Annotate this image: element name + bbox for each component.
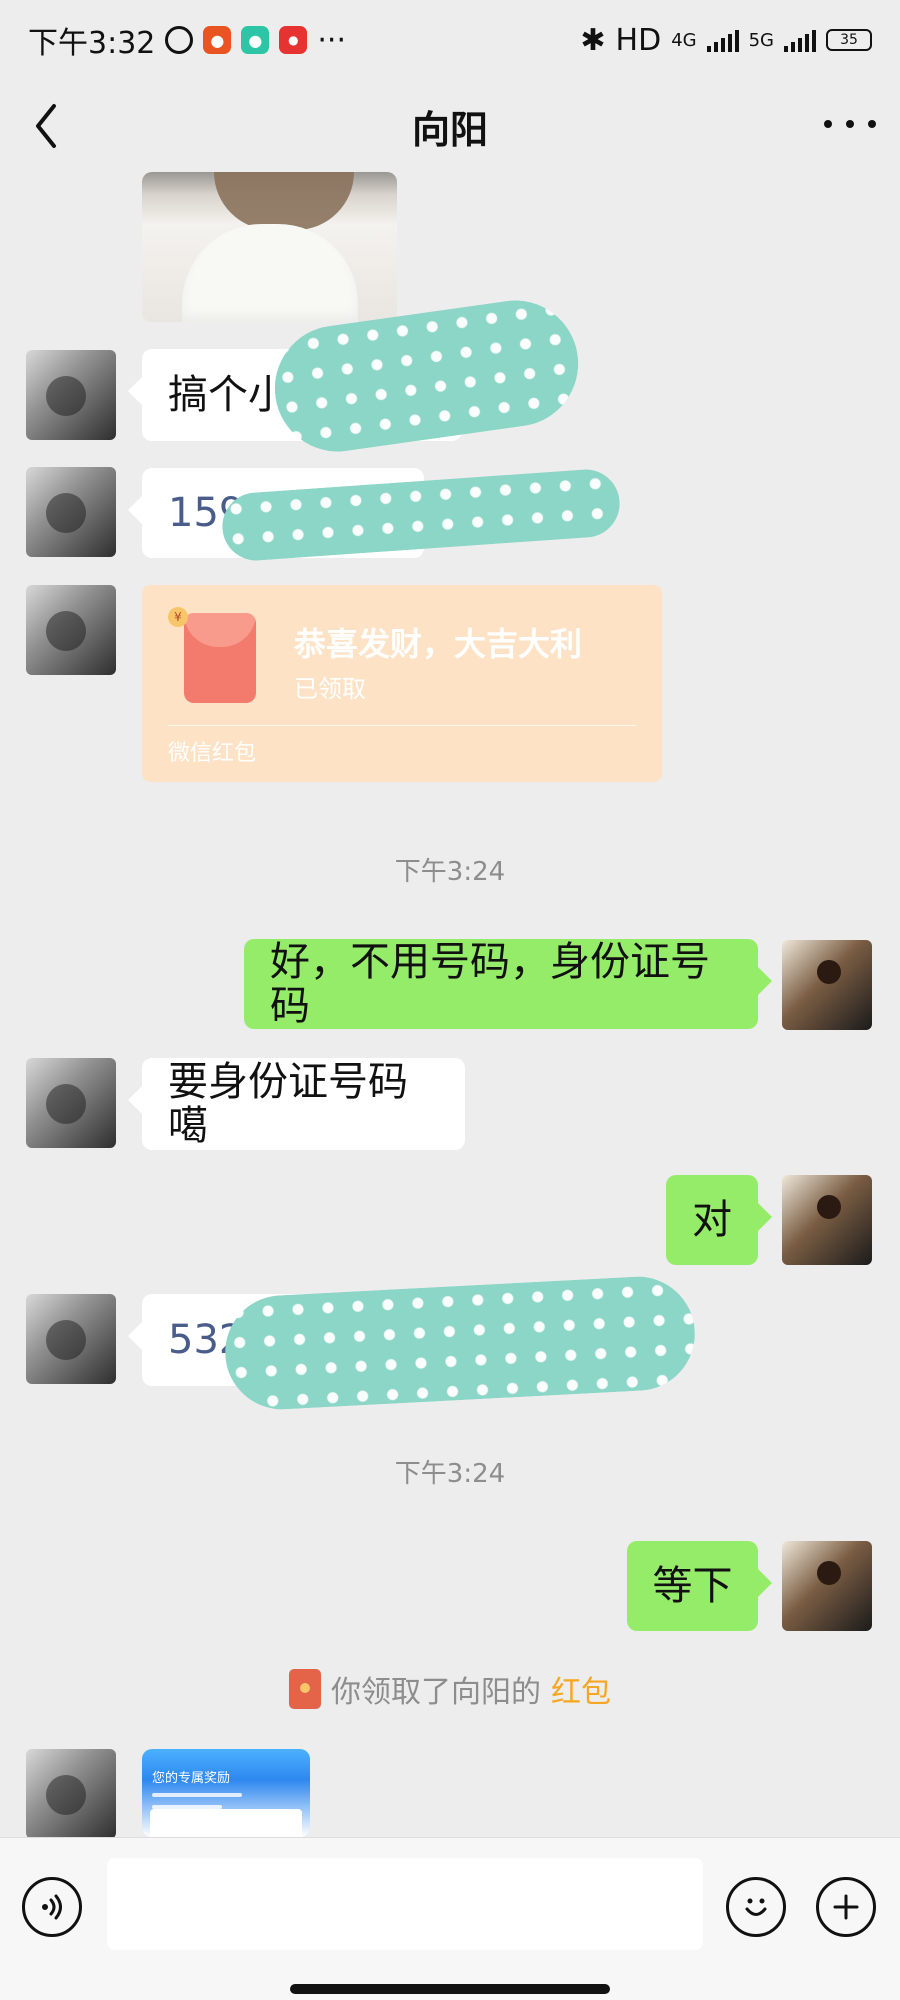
signal-5g-icon [784, 28, 816, 52]
message-text: 532 [168, 1317, 245, 1363]
my-avatar[interactable] [782, 940, 872, 1030]
message-text: 159 [168, 490, 245, 536]
composer-bar [0, 1837, 900, 2000]
my-avatar[interactable] [782, 1541, 872, 1631]
voice-input-button[interactable] [22, 1877, 82, 1937]
red-packet-message[interactable]: ¥ 恭喜发财，大吉大利 已领取 微信红包 [142, 585, 662, 782]
more-dot [824, 120, 832, 128]
status-bar: 下午3:32 ● ● ● ··· ✱ HD 4G 5G 35 [0, 0, 900, 80]
message-text: 搞个小 [168, 372, 288, 418]
red-packet-link[interactable]: 红包 [551, 1667, 611, 1711]
signal-4g-icon [706, 28, 739, 52]
emoji-icon [745, 1898, 767, 1916]
contact-avatar[interactable] [26, 1749, 116, 1837]
shopping-app-icon: ● [279, 26, 308, 54]
emoji-button[interactable] [726, 1877, 786, 1937]
status-time: 下午3:32 [28, 26, 156, 61]
home-indicator[interactable] [290, 1984, 610, 1994]
message-list[interactable]: 搞个小 159 ¥ 恭喜发财，大吉大利 已领取 微信红包 下午3:24 好，不用… [0, 172, 900, 1837]
message-text: 要身份证号码噶 [168, 1059, 408, 1149]
status-bar-right: ✱ HD 4G 5G 35 [580, 23, 872, 58]
red-packet-icon [184, 613, 256, 703]
chat-title: 向阳 [411, 107, 488, 152]
status-bar-left: 下午3:32 ● ● ● ··· [28, 18, 346, 62]
message-input[interactable] [107, 1858, 703, 1950]
voice-icon [42, 1894, 62, 1920]
battery-level: 35 [840, 32, 858, 48]
back-icon[interactable] [28, 100, 68, 152]
image-card [150, 1809, 302, 1837]
contact-avatar[interactable] [26, 350, 116, 440]
system-message: 你领取了向阳的 红包 [0, 1667, 900, 1711]
more-options-icon[interactable] [824, 104, 876, 144]
music-app-icon: ● [203, 26, 232, 54]
message-bubble-incoming[interactable]: 要身份证号码噶 [128, 1058, 465, 1150]
message-bubble-incoming[interactable]: 159 [128, 468, 424, 558]
message-text: 好，不用号码，身份证号码 [270, 939, 710, 1029]
more-notifications-indicator: ··· [317, 22, 346, 58]
plus-icon [833, 1894, 859, 1920]
bluetooth-icon: ✱ [580, 22, 606, 58]
message-bubble-incoming[interactable]: 搞个小 [128, 349, 462, 441]
alarm-icon [165, 26, 194, 54]
more-dot [846, 120, 854, 128]
red-packet-icon [289, 1669, 321, 1709]
system-message-text: 你领取了向阳的 [331, 1675, 541, 1710]
message-bubble-outgoing[interactable]: 好，不用号码，身份证号码 [244, 939, 772, 1029]
network-4g-label: 4G [671, 29, 697, 51]
app-notification-icon: ● [241, 26, 270, 54]
image-decoration-line [152, 1793, 242, 1797]
plus-button[interactable] [816, 1877, 876, 1937]
contact-avatar[interactable] [26, 1294, 116, 1384]
yen-coin-icon: ¥ [168, 607, 188, 627]
red-packet-divider [168, 725, 636, 726]
hd-label: HD [615, 22, 662, 58]
network-5g-label: 5G [748, 29, 774, 51]
message-bubble-outgoing[interactable]: 对 [666, 1175, 772, 1265]
red-packet-status: 已领取 [294, 675, 366, 703]
more-dot [868, 120, 876, 128]
message-bubble-outgoing[interactable]: 等下 [627, 1541, 772, 1631]
timestamp: 下午3:24 [394, 1459, 506, 1489]
image-message[interactable] [142, 172, 397, 322]
red-packet-title: 恭喜发财，大吉大利 [294, 625, 583, 663]
message-text: 对 [692, 1197, 732, 1243]
image-message[interactable]: 您的专属奖励 [142, 1749, 310, 1837]
message-text: 等下 [652, 1563, 733, 1609]
message-text-hidden-tail: 199 [376, 1317, 453, 1363]
contact-avatar[interactable] [26, 585, 116, 675]
red-packet-footer: 微信红包 [168, 741, 257, 766]
battery-indicator: 35 [826, 29, 872, 51]
message-bubble-incoming[interactable]: 532 199 [128, 1294, 590, 1386]
image-caption: 您的专属奖励 [152, 1771, 231, 1786]
my-avatar[interactable] [782, 1175, 872, 1265]
contact-avatar[interactable] [26, 1058, 116, 1148]
contact-avatar[interactable] [26, 467, 116, 557]
timestamp: 下午3:24 [394, 857, 506, 887]
chat-header: 向阳 [0, 80, 900, 172]
